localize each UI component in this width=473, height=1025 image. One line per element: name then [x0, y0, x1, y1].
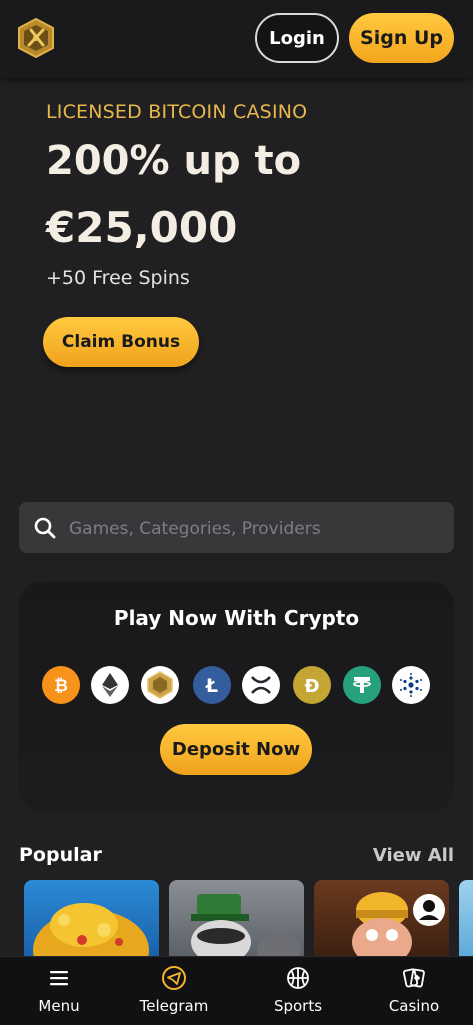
deposit-now-button[interactable]: Deposit Now — [160, 724, 312, 775]
cards-icon — [401, 965, 427, 991]
litecoin-icon[interactable]: Ł — [193, 666, 231, 704]
hero-kicker: LICENSED BITCOIN CASINO — [46, 101, 308, 123]
hero-headline: 200% up to — [46, 138, 302, 184]
search-input[interactable] — [67, 510, 441, 547]
hero-subline: +50 Free Spins — [46, 267, 190, 289]
popular-heading: Popular — [19, 844, 102, 866]
dogecoin-icon[interactable]: Đ — [293, 666, 331, 704]
bitcoin-icon[interactable]: ₿ — [42, 666, 80, 704]
game-tile[interactable] — [314, 880, 449, 960]
view-all-link[interactable]: View All — [373, 845, 454, 866]
crypto-card: Play Now With Crypto ₿ Ł Đ Deposit Now — [19, 582, 454, 811]
login-button[interactable]: Login — [255, 13, 339, 63]
top-header: Login Sign Up — [0, 0, 473, 78]
menu-icon — [46, 965, 72, 991]
nav-casino-label: Casino — [388, 997, 440, 1015]
house-coin-icon[interactable] — [141, 666, 179, 704]
sword-crest-logo[interactable] — [18, 17, 54, 59]
nav-menu[interactable]: Menu — [0, 957, 118, 1025]
nav-sports-label: Sports — [273, 997, 323, 1015]
ethereum-icon[interactable] — [91, 666, 129, 704]
crypto-title: Play Now With Crypto — [113, 606, 360, 630]
telegram-icon — [161, 965, 187, 991]
claim-bonus-button[interactable]: Claim Bonus — [43, 317, 199, 367]
game-tile[interactable] — [459, 880, 473, 960]
svg-text:₿: ₿ — [54, 676, 68, 696]
nav-telegram-label: Telegram — [139, 997, 209, 1015]
tether-icon[interactable] — [343, 666, 381, 704]
nav-telegram[interactable]: Telegram — [115, 957, 233, 1025]
nav-casino[interactable]: Casino — [355, 957, 473, 1025]
game-tile[interactable] — [24, 880, 159, 960]
nav-menu-label: Menu — [38, 997, 80, 1015]
nav-sports[interactable]: Sports — [239, 957, 357, 1025]
game-tile[interactable] — [169, 880, 304, 960]
cardano-icon[interactable] — [392, 666, 430, 704]
svg-text:Ł: Ł — [205, 675, 218, 696]
svg-text:Đ: Đ — [304, 676, 319, 696]
search-icon — [33, 516, 57, 540]
signup-button[interactable]: Sign Up — [349, 13, 454, 63]
search-bar[interactable] — [19, 502, 454, 553]
basketball-icon — [285, 965, 311, 991]
xrp-icon[interactable] — [242, 666, 280, 704]
hero-amount: €25,000 — [46, 203, 238, 252]
bottom-nav: Menu Telegram Sports Casino — [0, 956, 473, 1025]
